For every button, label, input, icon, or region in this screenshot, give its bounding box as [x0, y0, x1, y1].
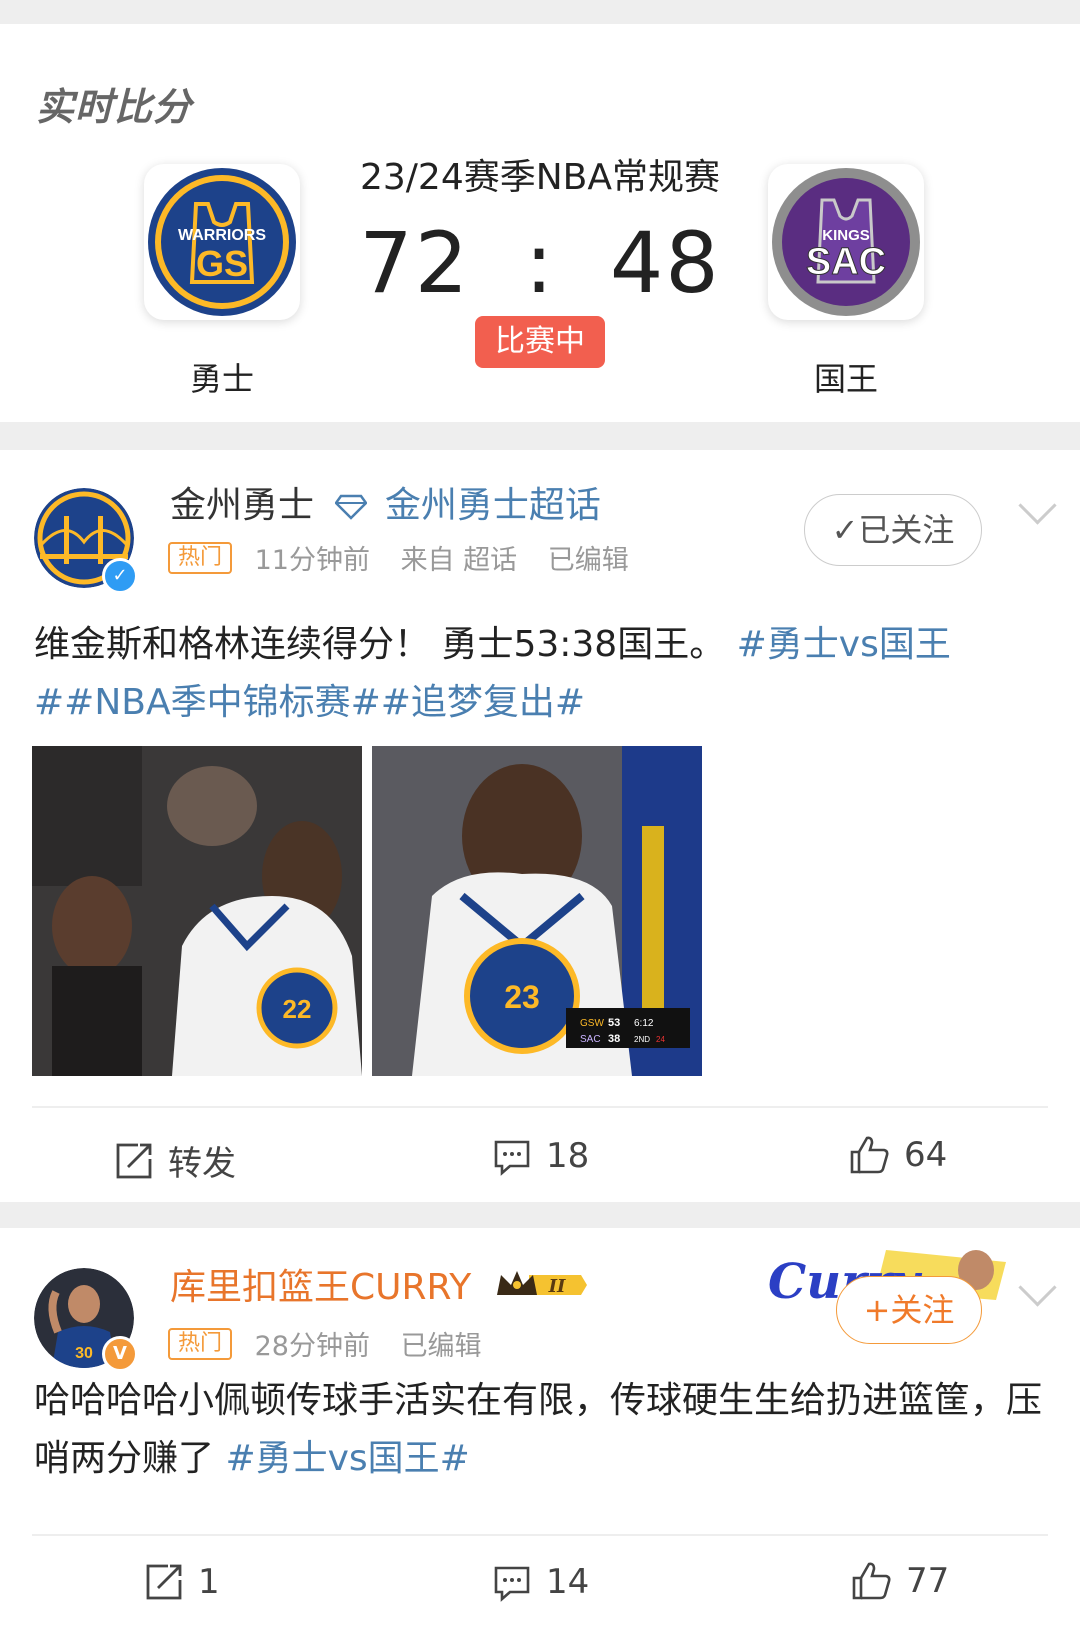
- jersey-number: 23: [504, 979, 540, 1015]
- comment-button[interactable]: 18: [492, 1136, 589, 1176]
- chevron-down-icon[interactable]: [1018, 1268, 1057, 1307]
- level-text: II: [547, 1276, 565, 1297]
- svg-text:2ND: 2ND: [634, 1035, 650, 1044]
- avatar-jersey-number: 30: [75, 1345, 93, 1362]
- repost-icon: [146, 1564, 182, 1600]
- comment-button[interactable]: 14: [492, 1562, 589, 1602]
- like-button[interactable]: 77: [850, 1560, 949, 1602]
- away-team-name: 国王: [813, 360, 878, 398]
- scoreline: 72 : 48: [280, 214, 800, 312]
- svg-text:6:12: 6:12: [634, 1018, 654, 1029]
- diamond-icon: [334, 494, 369, 520]
- score-separator: :: [524, 214, 556, 312]
- svg-text:38: 38: [608, 1033, 620, 1045]
- post1-edited: 已编辑: [547, 545, 629, 576]
- hashtag-link[interactable]: ##NBA季中锦标赛##追梦复出#: [34, 682, 585, 723]
- home-team-name: 勇士: [189, 360, 254, 398]
- chevron-down-icon[interactable]: [1018, 486, 1057, 525]
- post1-image-2[interactable]: 23 GSW 53 SAC 38 6:12 2ND 24: [372, 746, 702, 1076]
- comment-count: 18: [546, 1136, 590, 1176]
- home-team-logo[interactable]: WARRIORS GS: [144, 164, 300, 320]
- live-status-badge: 比赛中: [475, 316, 605, 368]
- followed-button[interactable]: ✓已关注: [804, 494, 982, 566]
- score-card-title: 实时比分: [36, 85, 193, 129]
- check-icon: ✓: [831, 511, 859, 549]
- hashtag-link[interactable]: #勇士vs国王: [737, 624, 951, 665]
- divider: [32, 1106, 1048, 1108]
- repost-label: 转发: [168, 1144, 236, 1184]
- post2-header: 库里扣篮王CURRY II: [170, 1258, 589, 1314]
- repost-count: 1: [198, 1562, 220, 1602]
- post1-header: 金州勇士 金州勇士超话: [170, 476, 601, 528]
- home-logo-wordmark: WARRIORS: [178, 227, 266, 244]
- thumbs-up-icon: [850, 1136, 889, 1174]
- hot-tag: 热门: [168, 1327, 233, 1360]
- home-score: 72: [359, 214, 471, 312]
- away-score: 48: [609, 214, 721, 312]
- svg-text:53: 53: [608, 1017, 620, 1029]
- hashtag-link[interactable]: #勇士vs国王#: [225, 1438, 469, 1479]
- live-score-card[interactable]: 实时比分 WARRIORS GS 勇士 23/24赛季NBA常规赛 72 : 4…: [0, 24, 1080, 422]
- post2-text: 哈哈哈哈小佩顿传球手活实在有限，传球硬生生给扔进篮筐，压哨两分赚了 #勇士vs国…: [34, 1380, 1043, 1479]
- comment-icon: [494, 1566, 530, 1602]
- post2-meta: 热门 28分钟前 已编辑: [168, 1324, 504, 1363]
- crown-level-badge: II: [493, 1265, 589, 1314]
- repost-icon: [116, 1143, 152, 1178]
- post1-source[interactable]: 来自 超话: [401, 538, 518, 577]
- thumbs-up-icon: [852, 1562, 891, 1600]
- comment-count: 14: [546, 1562, 590, 1602]
- post1-meta: 热门 11分钟前 来自 超话 已编辑: [168, 538, 651, 577]
- comment-icon: [494, 1140, 530, 1176]
- hot-tag: 热门: [168, 541, 233, 574]
- post2-edited: 已编辑: [400, 1331, 482, 1362]
- svg-text:24: 24: [656, 1035, 665, 1044]
- supertopic-link[interactable]: 金州勇士超话: [385, 485, 601, 526]
- repost-button[interactable]: 1: [144, 1562, 220, 1602]
- repost-button[interactable]: 转发: [114, 1136, 236, 1185]
- feed-post-warriors[interactable]: ✓ 金州勇士 金州勇士超话 热门 11分钟前 来自 超话 已编辑 ✓已关注 维金…: [0, 450, 1080, 1202]
- away-team-logo[interactable]: KINGS SAC: [768, 164, 924, 320]
- follow-button[interactable]: +关注: [836, 1276, 982, 1344]
- jersey-number: 22: [283, 994, 312, 1024]
- away-logo-letters: SAC: [806, 241, 886, 283]
- post1-text: 维金斯和格林连续得分！ 勇士53:38国王。 #勇士vs国王 ##NBA季中锦标…: [34, 624, 951, 723]
- verified-badge-icon: ✓: [102, 558, 138, 594]
- post1-username[interactable]: 金州勇士: [170, 485, 314, 526]
- home-logo-letters: GS: [196, 243, 248, 284]
- feed-post-curry-fan[interactable]: 30 V Curry 库里扣篮王CURRY II 热门 28分钟前 已编辑 +关…: [0, 1228, 1080, 1632]
- post1-image-1[interactable]: 22: [32, 746, 362, 1076]
- like-count: 64: [904, 1135, 948, 1175]
- post2-username[interactable]: 库里扣篮王CURRY: [170, 1267, 471, 1308]
- post1-time: 11分钟前: [254, 545, 370, 576]
- post2-time: 28分钟前: [254, 1331, 370, 1362]
- svg-text:SAC: SAC: [580, 1034, 601, 1045]
- like-count: 77: [906, 1561, 950, 1601]
- svg-text:GSW: GSW: [580, 1018, 604, 1029]
- verified-badge-icon: V: [102, 1336, 138, 1372]
- divider: [32, 1534, 1048, 1536]
- like-button[interactable]: 64: [848, 1134, 947, 1176]
- league-label: 23/24赛季NBA常规赛: [359, 157, 720, 198]
